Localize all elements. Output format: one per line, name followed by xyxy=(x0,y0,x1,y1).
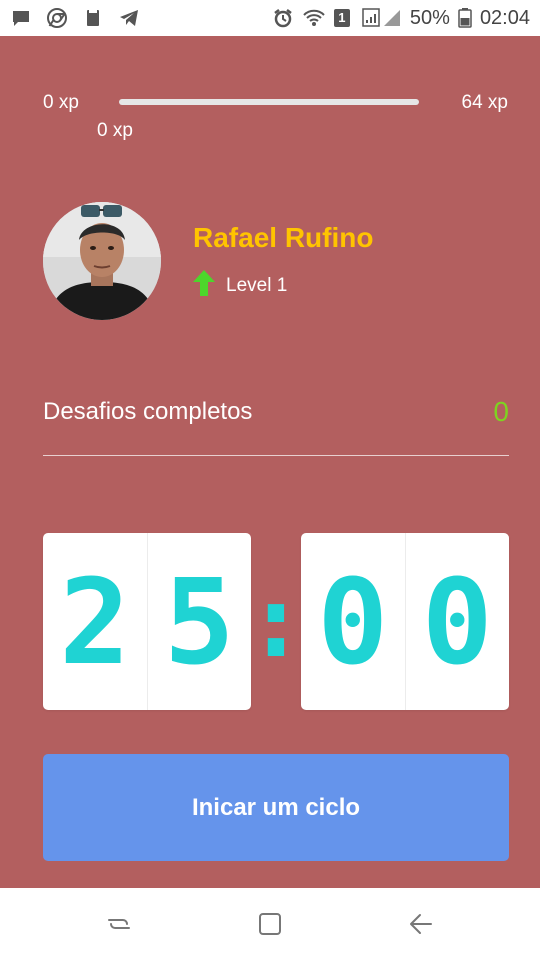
wifi-icon xyxy=(302,7,325,29)
battery-icon xyxy=(458,7,472,29)
timer-second-ones: 0 xyxy=(404,533,510,710)
profile-name: Rafael Rufino xyxy=(193,222,374,253)
timer-second-tens: 0 xyxy=(317,552,389,691)
battery-percent: 50% xyxy=(409,6,450,29)
recent-apps-icon[interactable] xyxy=(99,908,139,940)
xp-min-label: 0 xp xyxy=(43,92,79,113)
clock: 02:04 xyxy=(479,6,530,29)
status-bar-left-icons xyxy=(10,0,140,36)
timer-minute-ones: 5 xyxy=(146,533,252,710)
sim-label: 1 xyxy=(338,10,346,25)
status-bar-right: 1 50% 02:04 xyxy=(272,0,530,36)
timer-minute-tens: 2 xyxy=(59,552,131,691)
back-icon[interactable] xyxy=(401,908,441,940)
nexo-icon xyxy=(82,7,104,29)
timer-minutes-card: 2 5 xyxy=(43,533,251,710)
xp-progress-bar xyxy=(119,99,419,105)
chrome-icon xyxy=(46,7,68,29)
sim-1-icon: 1 xyxy=(332,7,354,29)
timer-seconds-card: 0 0 xyxy=(301,533,509,710)
level-label: Level 1 xyxy=(226,275,288,296)
challenges-count: 0 xyxy=(493,396,509,427)
start-cycle-button[interactable]: Inicar um ciclo xyxy=(43,754,509,861)
telegram-icon xyxy=(118,7,140,29)
avatar xyxy=(43,202,161,320)
xp-max-label: 64 xp xyxy=(461,92,508,113)
xp-current-label: 0 xp xyxy=(97,120,133,141)
app-content: 0 xp 64 xp 0 xp Rafael Rufino Level 1 De… xyxy=(0,36,540,888)
divider xyxy=(43,455,509,456)
status-bar: 1 50% 02:04 xyxy=(0,0,540,36)
timer-separator: : xyxy=(245,563,307,680)
level-up-arrow-icon xyxy=(193,270,215,296)
signal-icon xyxy=(362,7,402,29)
challenges-label: Desafios completos xyxy=(43,398,253,425)
home-icon[interactable] xyxy=(250,908,290,940)
message-icon xyxy=(10,7,32,29)
alarm-icon xyxy=(272,7,294,29)
navigation-bar xyxy=(0,888,540,960)
